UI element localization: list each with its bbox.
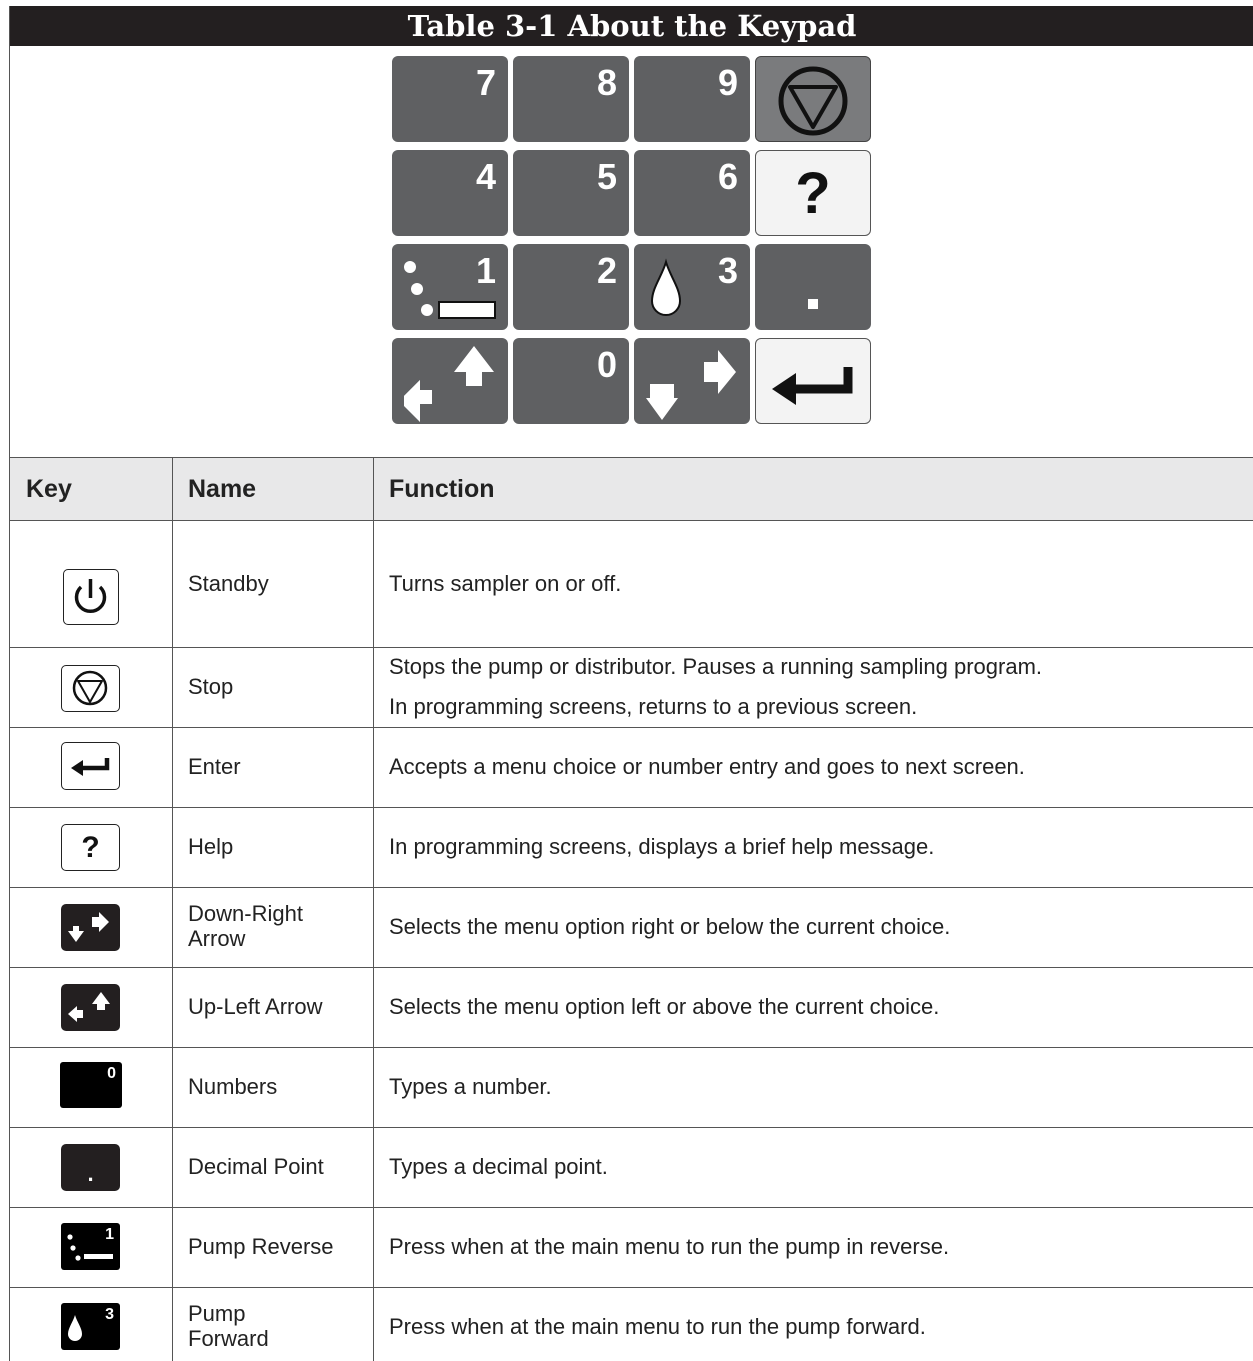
up-left-arrow-icon xyxy=(404,346,494,422)
key-down-right-arrow xyxy=(634,338,750,424)
keypad-table: Table 3-1 About the Keypad 7 8 9 4 5 6 ?… xyxy=(9,6,1253,1361)
pump-reverse-key: 1 xyxy=(61,1223,120,1270)
row-name: Help xyxy=(188,834,234,859)
key-stop xyxy=(755,56,871,142)
stop-icon xyxy=(778,66,848,136)
row-function: Press when at the main menu to run the p… xyxy=(389,1314,926,1339)
row-name: Numbers xyxy=(188,1074,278,1099)
row-name: Pump Reverse xyxy=(188,1234,334,1259)
row-function-line-2: In programming screens, returns to a pre… xyxy=(389,694,918,719)
standby-key xyxy=(63,569,119,625)
up-left-arrow-key xyxy=(61,984,120,1031)
header-key: Key xyxy=(26,475,72,503)
row-function: Selects the menu option right or below t… xyxy=(389,914,951,939)
row-name: Down-Right Arrow xyxy=(188,901,303,951)
row-function: Press when at the main menu to run the p… xyxy=(389,1234,950,1259)
row-function: Types a number. xyxy=(389,1074,552,1099)
key-0: 0 xyxy=(513,338,629,424)
row-name: Decimal Point xyxy=(188,1154,324,1179)
stop-icon xyxy=(72,670,108,706)
row-function: Accepts a menu choice or number entry an… xyxy=(389,754,1025,779)
pump-reverse-icon xyxy=(404,261,496,319)
power-icon xyxy=(74,579,107,614)
row-name: Standby xyxy=(188,571,269,596)
row-name: Stop xyxy=(188,674,234,699)
pump-forward-icon xyxy=(68,1315,82,1341)
key-5: 5 xyxy=(513,150,629,236)
key-4: 4 xyxy=(392,150,508,236)
pump-forward-key: 3 xyxy=(61,1303,120,1350)
stop-key xyxy=(61,665,120,712)
help-icon: ? xyxy=(81,831,100,864)
down-right-arrow-icon xyxy=(646,350,736,420)
decimal-key-icon: . xyxy=(61,1144,120,1191)
header-function: Function xyxy=(389,475,495,503)
row-function: Turns sampler on or off. xyxy=(389,571,622,596)
key-6: 6 xyxy=(634,150,750,236)
key-7: 7 xyxy=(392,56,508,142)
key-1-pump-reverse: 1 xyxy=(392,244,508,330)
decimal-dot xyxy=(808,299,818,309)
pump-reverse-icon xyxy=(67,1234,113,1261)
row-name: Pump Forward xyxy=(188,1301,269,1351)
down-right-arrow-icon xyxy=(68,912,109,942)
key-up-left-arrow xyxy=(392,338,508,424)
key-3-pump-forward: 3 xyxy=(634,244,750,330)
enter-arrow-icon xyxy=(71,758,110,776)
enter-arrow-icon xyxy=(772,367,853,405)
row-function: In programming screens, displays a brief… xyxy=(389,834,935,859)
up-left-arrow-icon xyxy=(68,992,110,1022)
row-name: Up-Left Arrow xyxy=(188,994,323,1019)
key-decimal xyxy=(755,244,871,330)
help-icon: ? xyxy=(795,161,831,226)
help-key: ? xyxy=(61,824,120,871)
keypad-illustration: 7 8 9 4 5 6 ? 1 2 3 0 xyxy=(392,56,872,428)
key-help: ? xyxy=(755,150,871,236)
row-function-line-1: Stops the pump or distributor. Pauses a … xyxy=(389,654,1043,679)
table-title: Table 3-1 About the Keypad xyxy=(10,6,1253,46)
header-name: Name xyxy=(188,475,257,503)
key-9: 9 xyxy=(634,56,750,142)
row-name: Enter xyxy=(188,754,241,779)
enter-key xyxy=(61,742,120,790)
row-function: Selects the menu option left or above th… xyxy=(389,994,940,1019)
key-2: 2 xyxy=(513,244,629,330)
key-enter xyxy=(755,338,871,424)
key-8: 8 xyxy=(513,56,629,142)
row-function: Types a decimal point. xyxy=(389,1154,608,1179)
pump-forward-icon xyxy=(650,258,682,316)
down-right-arrow-key xyxy=(61,904,120,951)
number-key-icon: 0 xyxy=(60,1062,122,1108)
